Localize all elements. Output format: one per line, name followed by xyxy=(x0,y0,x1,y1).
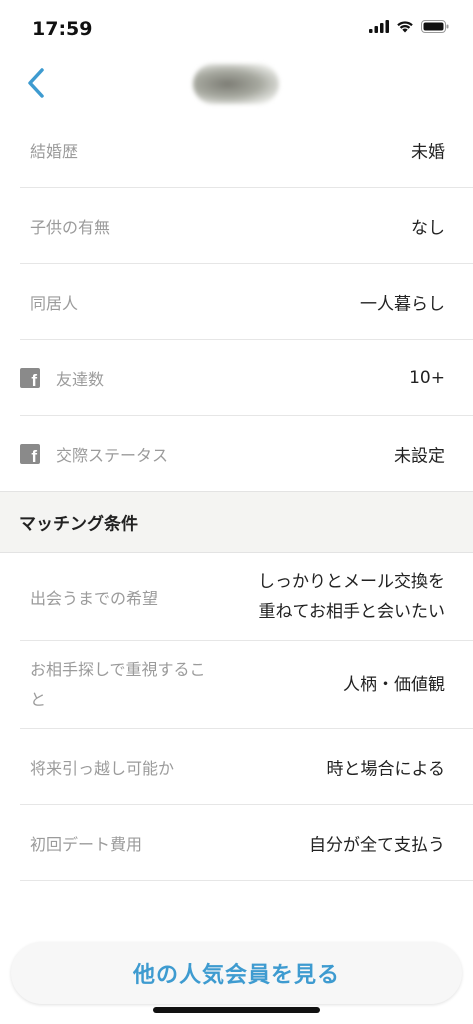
row-value: 人柄・価値観 xyxy=(343,674,445,695)
row-label: 子供の有無 xyxy=(30,217,111,237)
row-label-line: と xyxy=(30,689,47,709)
row-label: 結婚歴 xyxy=(30,141,79,161)
row-label: 同居人 xyxy=(30,293,79,313)
row-label: 友達数 xyxy=(56,369,105,389)
row-label: 初回デート費用 xyxy=(30,834,143,854)
nav-bar xyxy=(0,56,473,112)
row-label: 将来引っ越し可能か xyxy=(30,758,175,778)
list-item: 将来引っ越し可能か 時と場合による xyxy=(20,729,473,805)
see-other-popular-members-button[interactable]: 他の人気会員を見る xyxy=(11,942,462,1004)
button-label: 他の人気会員を見る xyxy=(132,963,340,988)
list-item: 初回デート費用 自分が全て支払う xyxy=(20,805,473,881)
list-item: 同居人 一人暮らし xyxy=(20,264,473,340)
list-item: 結婚歴 未婚 xyxy=(20,112,473,188)
row-value: 自分が全て支払う xyxy=(309,835,445,855)
row-label: 交際ステータス xyxy=(56,445,169,465)
section-title: マッチング条件 xyxy=(19,514,138,535)
list-item: 出会うまでの希望 しっかりとメール交換を 重ねてお相手と会いたい xyxy=(20,553,473,641)
row-value: 未設定 xyxy=(394,446,445,466)
row-value: なし xyxy=(411,218,445,238)
facebook-icon: f xyxy=(20,443,40,465)
list-item: f 交際ステータス 未設定 xyxy=(20,416,473,491)
status-bar: 17:59 xyxy=(0,0,473,56)
status-time: 17:59 xyxy=(32,18,93,40)
row-value-line: しっかりとメール交換を xyxy=(258,571,445,592)
row-label: 出会うまでの希望 xyxy=(30,588,159,608)
row-value-line: 重ねてお相手と会いたい xyxy=(258,601,446,622)
row-value: 未婚 xyxy=(411,142,445,162)
back-button[interactable] xyxy=(22,66,52,100)
status-icons xyxy=(369,20,449,33)
row-value: しっかりとメール交換を 重ねてお相手と会いたい xyxy=(258,567,445,627)
row-label-line: お相手探しで重視するこ xyxy=(30,659,206,679)
profile-detail-list: 結婚歴 未婚 子供の有無 なし 同居人 一人暮らし f 友達数 10+ f 交際… xyxy=(0,112,473,881)
row-value: 一人暮らし xyxy=(360,294,445,314)
list-item: お相手探しで重視するこ と 人柄・価値観 xyxy=(20,641,473,729)
row-label: お相手探しで重視するこ と xyxy=(30,655,250,715)
row-value: 10+ xyxy=(409,367,445,388)
home-indicator xyxy=(153,1007,320,1013)
matching-section-header: マッチング条件 xyxy=(0,491,473,553)
signal-icon xyxy=(369,20,389,33)
wifi-icon xyxy=(397,21,413,33)
avatar xyxy=(193,64,279,104)
battery-icon xyxy=(421,20,449,33)
chevron-left-icon xyxy=(28,68,44,98)
list-item: f 友達数 10+ xyxy=(20,340,473,416)
list-item: 子供の有無 なし xyxy=(20,188,473,264)
facebook-icon: f xyxy=(20,367,40,389)
row-value: 時と場合による xyxy=(326,759,446,779)
